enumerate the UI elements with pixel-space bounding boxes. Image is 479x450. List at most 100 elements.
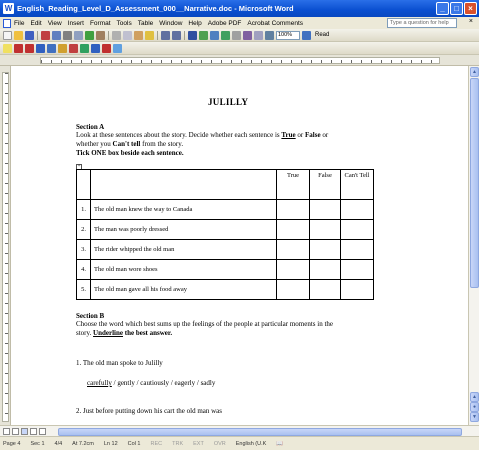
drawing-icon[interactable] (243, 30, 252, 40)
print-layout-view-icon[interactable] (21, 428, 28, 435)
vertical-scrollbar[interactable]: ▲ ▲ ● ▼ (468, 66, 479, 425)
maximize-button[interactable]: □ (450, 2, 463, 15)
horizontal-ruler[interactable] (0, 55, 479, 66)
cant-tell-checkbox-cell[interactable] (340, 239, 374, 260)
vertical-ruler[interactable] (0, 66, 11, 425)
scroll-thumb[interactable] (470, 78, 479, 288)
paste-icon[interactable] (134, 30, 143, 40)
menu-view[interactable]: View (48, 20, 62, 27)
menu-insert[interactable]: Insert (68, 20, 84, 27)
word-app-icon[interactable]: W (3, 3, 14, 14)
format-painter-icon[interactable] (145, 30, 154, 40)
option-cautiously[interactable]: cautiously (140, 379, 169, 387)
pdf-comments-icon[interactable] (80, 43, 89, 53)
false-checkbox-cell[interactable] (309, 199, 341, 220)
undo-icon[interactable] (161, 30, 170, 40)
spelling-icon[interactable] (85, 30, 94, 40)
document-icon[interactable] (3, 18, 11, 28)
zoom-select[interactable]: 100% (276, 30, 300, 40)
menu-tools[interactable]: Tools (117, 20, 132, 27)
cant-tell-checkbox-cell[interactable] (340, 219, 374, 240)
status-ovr[interactable]: OVR (214, 441, 226, 447)
pdf-attach-icon[interactable] (91, 43, 100, 53)
previous-page-icon[interactable]: ▲ (470, 392, 479, 402)
false-checkbox-cell[interactable] (309, 259, 341, 280)
row-statement: The rider whipped the old man (90, 239, 277, 260)
read-button[interactable]: Read (313, 32, 331, 38)
document-page[interactable]: JULILLY Section A Look at these sentence… (11, 66, 468, 425)
menu-edit[interactable]: Edit (30, 20, 41, 27)
ruler-tick (5, 93, 8, 94)
insert-excel-icon[interactable] (221, 30, 230, 40)
close-button[interactable]: × (464, 2, 477, 15)
option-carefully[interactable]: carefully (87, 379, 112, 387)
menu-format[interactable]: Format (90, 20, 111, 27)
menu-window[interactable]: Window (159, 20, 182, 27)
true-checkbox-cell[interactable] (276, 279, 310, 300)
spelling-status-icon[interactable]: 📖 (276, 441, 283, 447)
hyperlink-icon[interactable] (188, 30, 197, 40)
option-eagerly[interactable]: eagerly (175, 379, 196, 387)
help-icon[interactable] (302, 30, 311, 40)
status-trk[interactable]: TRK (172, 441, 183, 447)
save-icon[interactable] (25, 30, 34, 40)
horizontal-scrollbar[interactable] (52, 427, 466, 436)
cut-icon[interactable] (112, 30, 121, 40)
tables-borders-icon[interactable] (199, 30, 208, 40)
cant-tell-checkbox-cell[interactable] (340, 259, 374, 280)
scroll-up-icon[interactable]: ▲ (470, 67, 479, 77)
false-checkbox-cell[interactable] (309, 239, 341, 260)
help-search-input[interactable]: Type a question for help (387, 18, 457, 28)
bookmark-icon[interactable] (58, 43, 67, 53)
horizontal-scroll-thumb[interactable] (58, 428, 462, 436)
true-checkbox-cell[interactable] (276, 199, 310, 220)
highlight-icon[interactable] (3, 43, 12, 53)
pdf-settings-icon[interactable] (69, 43, 78, 53)
status-ext[interactable]: EXT (193, 441, 204, 447)
pdf-email-icon[interactable] (25, 43, 34, 53)
menu-table[interactable]: Table (138, 20, 154, 27)
false-checkbox-cell[interactable] (309, 279, 341, 300)
option-sadly[interactable]: sadly (201, 379, 216, 387)
true-checkbox-cell[interactable] (276, 239, 310, 260)
menu-adobe-pdf[interactable]: Adobe PDF (208, 20, 242, 27)
document-close-icon[interactable]: × (469, 18, 473, 25)
select-browse-object-icon[interactable]: ● (470, 402, 479, 412)
open-folder-icon[interactable] (14, 30, 23, 40)
insert-table-icon[interactable] (210, 30, 219, 40)
new-document-icon[interactable] (3, 30, 12, 40)
status-rec[interactable]: REC (150, 441, 162, 447)
email-icon[interactable] (52, 30, 61, 40)
print-icon[interactable] (63, 30, 72, 40)
ruler-tick (5, 83, 8, 84)
false-checkbox-cell[interactable] (309, 219, 341, 240)
outline-view-icon[interactable] (30, 428, 37, 435)
menu-acrobat-comments[interactable]: Acrobat Comments (247, 20, 303, 27)
permission-icon[interactable] (41, 30, 50, 40)
minimize-button[interactable]: _ (436, 2, 449, 15)
convert-pdf-icon[interactable] (14, 43, 23, 53)
columns-icon[interactable] (232, 30, 241, 40)
pdf-reader-icon[interactable] (102, 43, 111, 53)
cant-tell-checkbox-cell[interactable] (340, 199, 374, 220)
ruler-tick (261, 60, 262, 63)
show-formatting-icon[interactable] (265, 30, 274, 40)
next-page-icon[interactable]: ▼ (470, 412, 479, 422)
option-gently[interactable]: gently (117, 379, 135, 387)
normal-view-icon[interactable] (3, 428, 10, 435)
document-map-icon[interactable] (254, 30, 263, 40)
pdf-icon[interactable] (47, 43, 56, 53)
redo-icon[interactable] (172, 30, 181, 40)
web-layout-view-icon[interactable] (12, 428, 19, 435)
menu-file[interactable]: File (14, 20, 24, 27)
print-preview-icon[interactable] (74, 30, 83, 40)
cant-tell-checkbox-cell[interactable] (340, 279, 374, 300)
research-icon[interactable] (96, 30, 105, 40)
pdf-help-icon[interactable] (113, 43, 122, 53)
pdf-review-icon[interactable] (36, 43, 45, 53)
true-checkbox-cell[interactable] (276, 219, 310, 240)
true-checkbox-cell[interactable] (276, 259, 310, 280)
menu-help[interactable]: Help (188, 20, 201, 27)
copy-icon[interactable] (123, 30, 132, 40)
reading-layout-view-icon[interactable] (39, 428, 46, 435)
